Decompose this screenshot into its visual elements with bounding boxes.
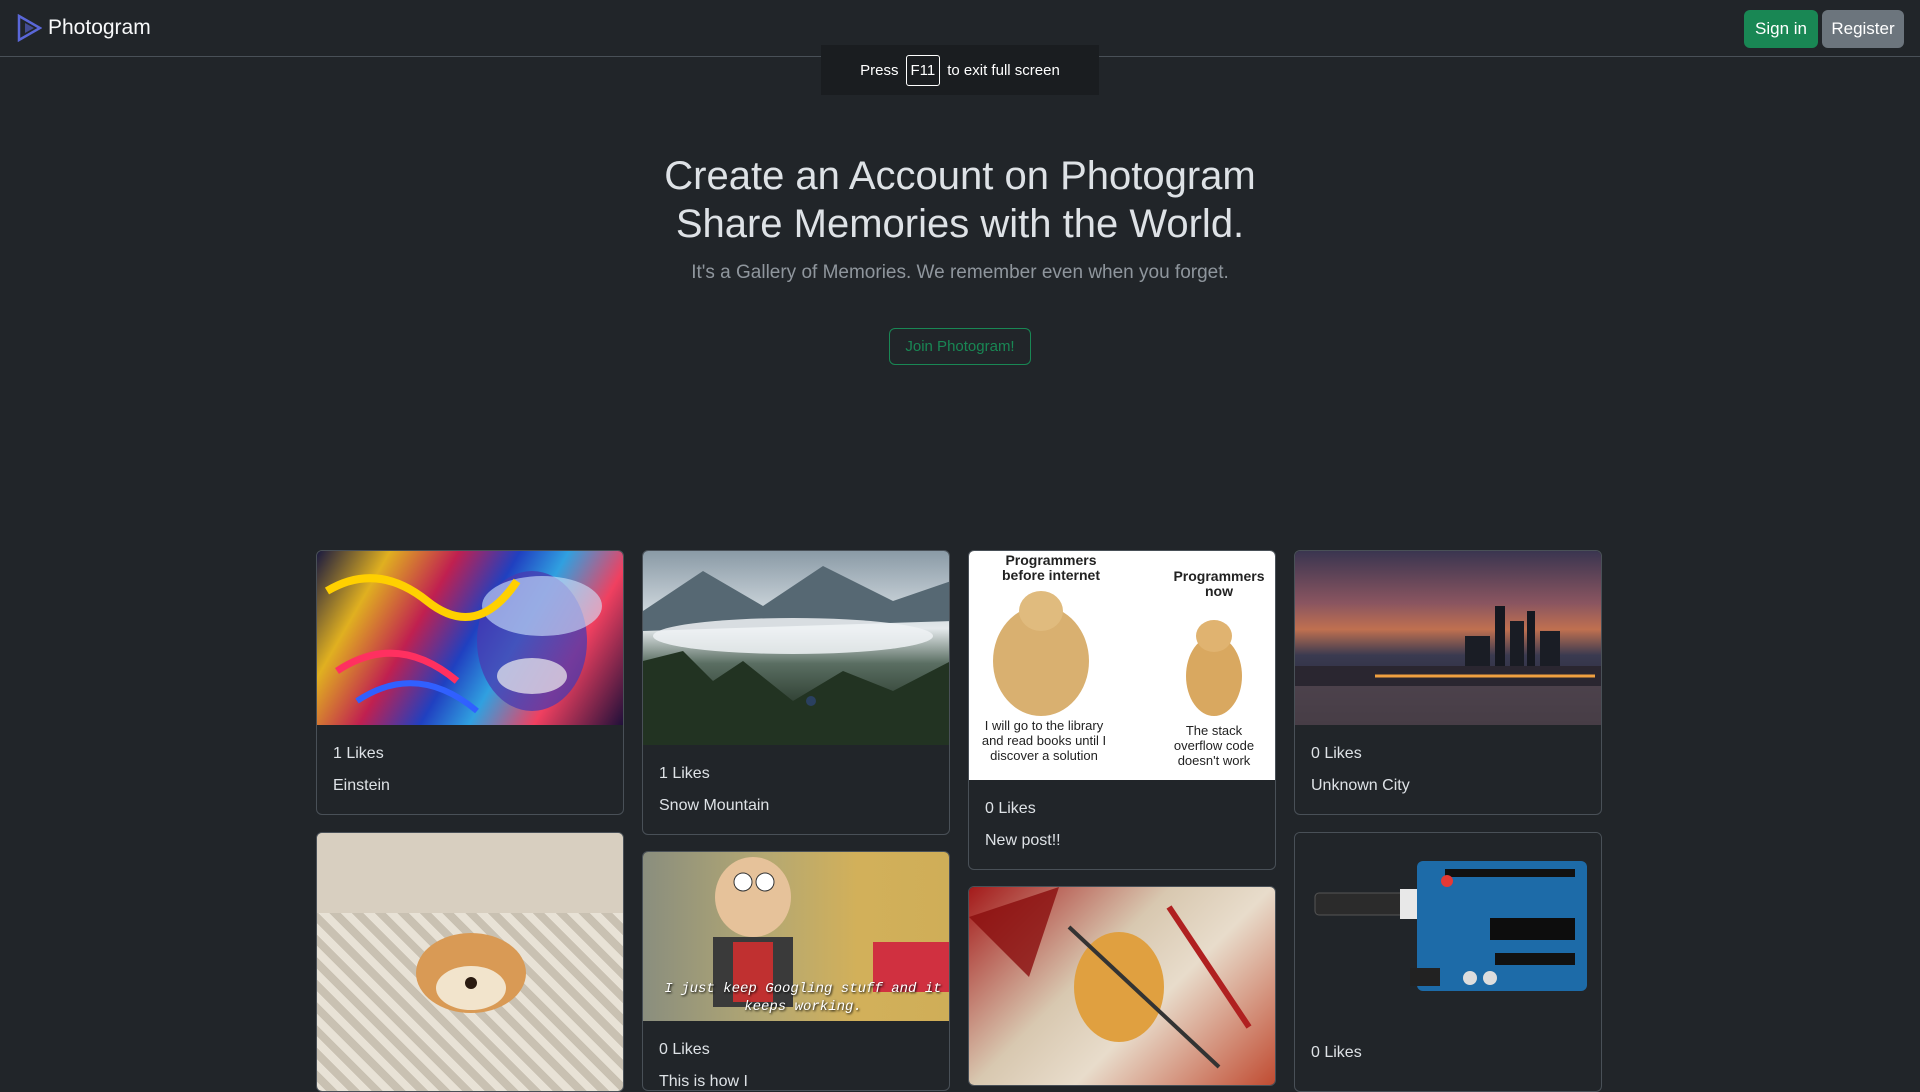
post-card[interactable]: Programmers before internet Programmers … bbox=[968, 550, 1276, 870]
register-button[interactable]: Register bbox=[1822, 10, 1904, 48]
post-image-einstein[interactable] bbox=[317, 551, 623, 725]
post-card[interactable] bbox=[968, 886, 1276, 1086]
post-caption: This is how I bbox=[659, 1073, 748, 1090]
post-card[interactable]: 1 Likes Snow Mountain bbox=[642, 550, 950, 835]
post-card[interactable]: 0 Likes bbox=[1294, 832, 1602, 1092]
post-likes: 0 Likes bbox=[1311, 745, 1362, 762]
toast-suffix: to exit full screen bbox=[947, 61, 1060, 79]
post-likes: 0 Likes bbox=[985, 800, 1036, 817]
post-likes: 1 Likes bbox=[659, 765, 710, 782]
post-likes: 0 Likes bbox=[659, 1041, 710, 1058]
post-card[interactable] bbox=[316, 832, 624, 1092]
toast-press: Press bbox=[860, 61, 899, 79]
post-card[interactable]: 1 Likes Einstein bbox=[316, 550, 624, 815]
meme-left-caption: I will go to the library and read books … bbox=[981, 718, 1107, 763]
post-card[interactable]: I just keep Googling stuff and it keeps … bbox=[642, 851, 950, 1091]
fullscreen-toast: Press F11 to exit full screen bbox=[821, 45, 1099, 95]
post-image-arduino[interactable] bbox=[1295, 833, 1601, 1024]
post-likes: 0 Likes bbox=[1311, 1044, 1362, 1061]
sign-in-button[interactable]: Sign in bbox=[1744, 10, 1818, 48]
hero-subtitle: It's a Gallery of Memories. We remember … bbox=[691, 262, 1229, 283]
post-image-anime[interactable] bbox=[969, 887, 1275, 1085]
meme-right-caption: The stack overflow code doesn't work bbox=[1173, 723, 1255, 768]
toast-key: F11 bbox=[905, 54, 941, 86]
cartoon-caption: I just keep Googling stuff and it keeps … bbox=[664, 981, 942, 1015]
post-likes: 1 Likes bbox=[333, 745, 384, 762]
post-image-city[interactable] bbox=[1295, 551, 1601, 725]
post-caption: Unknown City bbox=[1311, 777, 1410, 794]
hero-title-line1: Create an Account on Photogram bbox=[664, 154, 1256, 198]
brand-link[interactable]: Photogram bbox=[16, 14, 151, 42]
hero-title-line2: Share Memories with the World. bbox=[675, 202, 1245, 246]
post-card[interactable]: 0 Likes Unknown City bbox=[1294, 550, 1602, 815]
post-image-snow-mountain[interactable] bbox=[643, 551, 949, 745]
post-caption: Einstein bbox=[333, 777, 390, 794]
post-image-meme[interactable]: Programmers before internet Programmers … bbox=[969, 551, 1275, 780]
hero: Create an Account on Photogram Share Mem… bbox=[0, 152, 1920, 284]
post-caption: Snow Mountain bbox=[659, 797, 770, 814]
logo-icon bbox=[17, 14, 42, 42]
join-button[interactable]: Join Photogram! bbox=[889, 328, 1031, 365]
post-image-cartoon[interactable]: I just keep Googling stuff and it keeps … bbox=[643, 852, 949, 1021]
post-image-shiba[interactable] bbox=[317, 833, 623, 1091]
post-caption: New post!! bbox=[985, 832, 1061, 849]
brand-name: Photogram bbox=[48, 16, 151, 39]
